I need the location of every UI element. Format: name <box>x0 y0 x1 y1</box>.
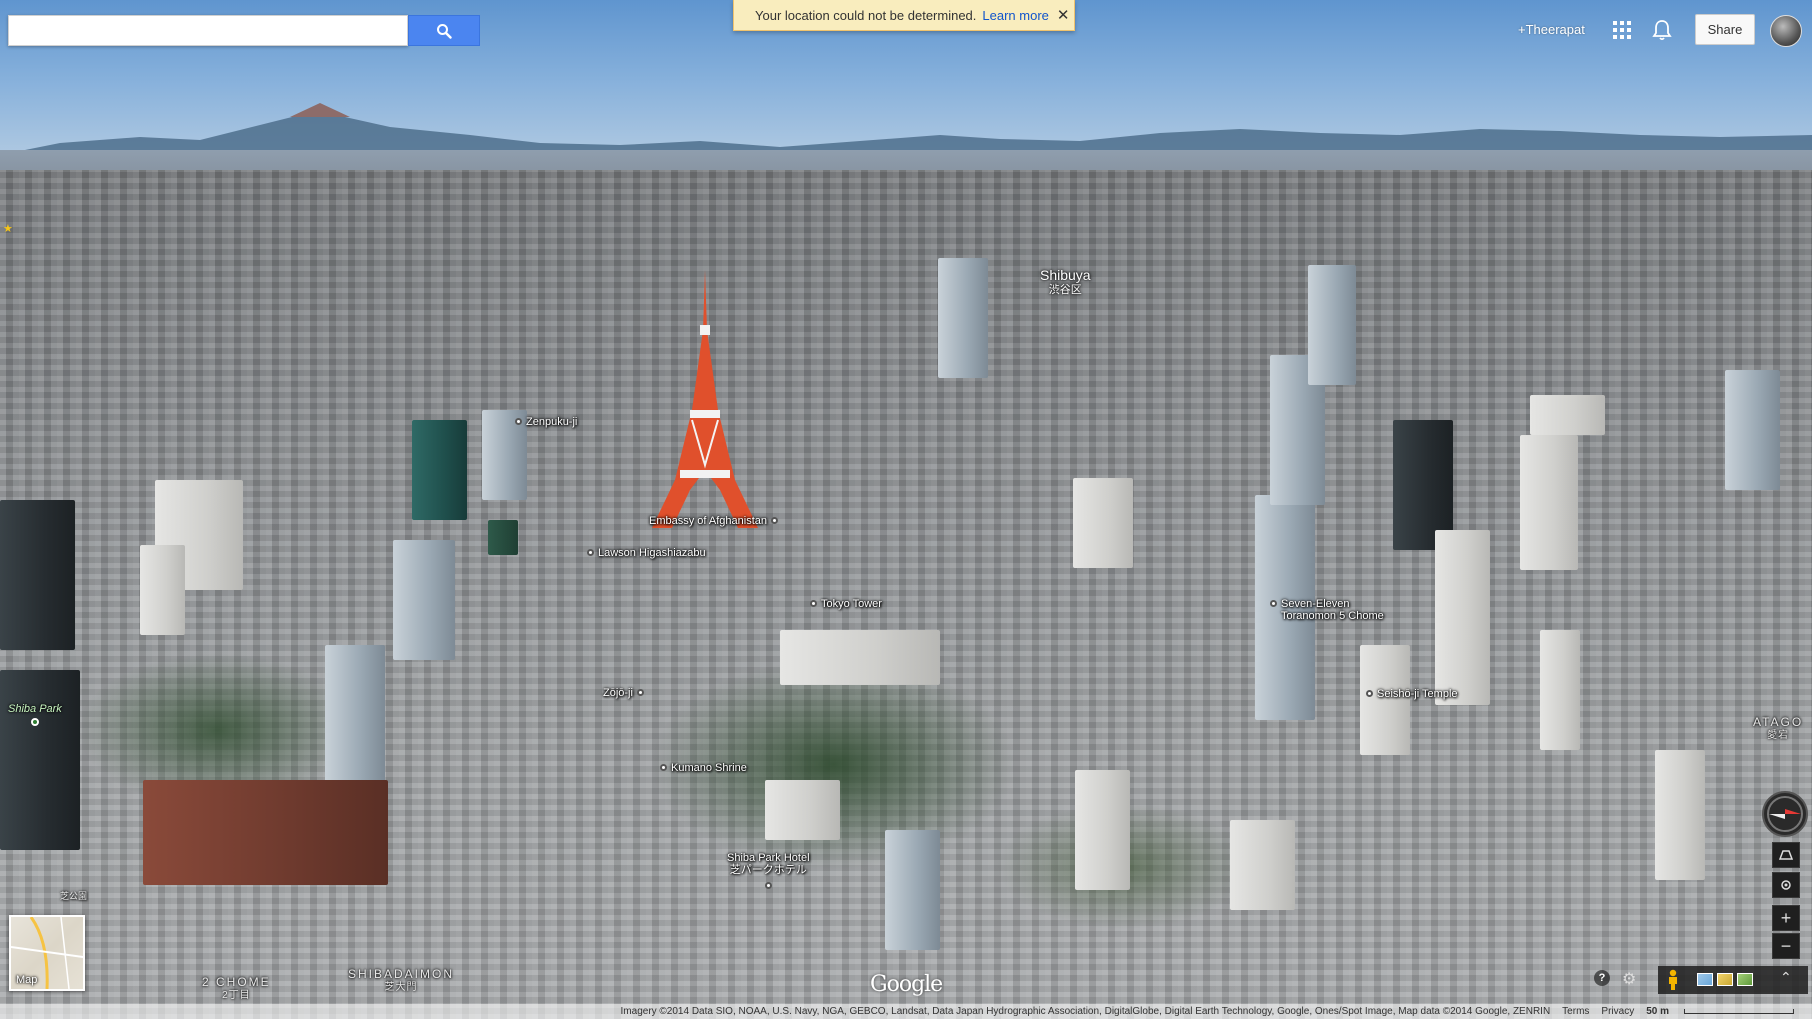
district-label-shibadaimon[interactable]: SHIBADAIMON 芝大門 <box>348 968 454 994</box>
building <box>1530 395 1605 435</box>
tilt-3d-button[interactable] <box>1772 842 1800 868</box>
poi-marker-icon <box>810 600 817 607</box>
my-location-icon <box>1781 880 1791 890</box>
poi-marker-icon <box>636 689 644 696</box>
search-button[interactable] <box>408 15 480 46</box>
building <box>0 500 75 650</box>
building <box>1540 630 1580 750</box>
imagery-layer-terrain-button[interactable] <box>1737 973 1753 986</box>
building <box>1655 750 1705 880</box>
building <box>488 520 518 555</box>
area-label-shibuya[interactable]: Shibuya 渋谷区 <box>1040 268 1091 298</box>
poi-kumano-shrine[interactable]: Kumano Shrine <box>660 762 747 774</box>
building <box>1360 645 1410 755</box>
search-input[interactable] <box>9 16 407 45</box>
hotel-marker-icon <box>764 882 772 889</box>
park-label-jp: 芝公園 <box>60 891 88 901</box>
close-icon[interactable]: ✕ <box>1057 8 1070 23</box>
expand-imagery-icon[interactable]: ⌃ <box>1780 969 1792 986</box>
poi-marker-icon <box>587 549 594 556</box>
my-location-button[interactable] <box>1772 872 1800 898</box>
poi-marker-icon <box>771 517 779 524</box>
search-box[interactable] <box>8 15 408 46</box>
user-profile-link[interactable]: +Theerapat <box>1518 22 1585 37</box>
poi-marker-icon <box>515 418 522 425</box>
earth-3d-view[interactable] <box>0 0 1812 1019</box>
tilt-icon <box>1778 850 1794 860</box>
imagery-layer-earth-button[interactable] <box>1717 973 1733 986</box>
building <box>0 670 80 850</box>
building <box>1520 435 1578 570</box>
poi-marker-icon <box>1270 600 1277 607</box>
building <box>1435 530 1490 705</box>
avatar[interactable] <box>1770 15 1802 47</box>
imagery-attribution: Imagery ©2014 Data SIO, NOAA, U.S. Navy,… <box>620 1006 1551 1017</box>
poi-lawson-higashiazabu[interactable]: Lawson Higashiazabu <box>587 547 706 559</box>
star-icon[interactable]: ★ <box>3 222 13 235</box>
poi-marker-icon <box>1366 690 1373 697</box>
district-label-atago[interactable]: ATAGO 愛宕 <box>1753 716 1803 742</box>
park-marker-icon <box>30 718 39 726</box>
zoom-in-button[interactable]: + <box>1772 905 1800 931</box>
location-notice: Your location could not be determined. L… <box>733 0 1075 31</box>
share-button[interactable]: Share <box>1695 14 1755 45</box>
building <box>412 420 467 520</box>
notifications-bell-icon[interactable] <box>1652 19 1672 41</box>
building <box>1725 370 1780 490</box>
terms-link[interactable]: Terms <box>1562 1006 1589 1017</box>
poi-seisho-ji-temple[interactable]: Seishō-ji Temple <box>1366 688 1458 700</box>
compass-control[interactable] <box>1762 791 1808 837</box>
help-icon[interactable]: ? <box>1594 970 1610 986</box>
poi-seven-eleven[interactable]: Seven-Eleven Toranomon 5 Chome <box>1270 598 1384 622</box>
poi-tokyo-tower[interactable]: Tokyo Tower <box>810 598 882 610</box>
tokyo-tower-model <box>652 270 758 528</box>
building <box>885 830 940 950</box>
minimap-button[interactable]: Map <box>9 915 85 991</box>
privacy-link[interactable]: Privacy <box>1601 1006 1634 1017</box>
building <box>143 780 388 885</box>
zoom-out-button[interactable]: − <box>1772 933 1800 959</box>
scale-bar-line <box>1684 1009 1794 1014</box>
attribution-bar: Imagery ©2014 Data SIO, NOAA, U.S. Navy,… <box>0 1004 1812 1019</box>
building <box>1075 770 1130 890</box>
building <box>938 258 988 378</box>
poi-zenpuku-ji[interactable]: Zenpuku-ji <box>515 416 577 428</box>
building <box>780 630 940 685</box>
poi-zojo-ji[interactable]: Zōjō-ji <box>603 687 644 699</box>
building <box>1073 478 1133 568</box>
building <box>393 540 455 660</box>
poi-marker-icon <box>660 764 667 771</box>
building <box>765 780 840 840</box>
poi-shiba-park-hotel[interactable]: Shiba Park Hotel 芝パークホテル <box>727 852 810 889</box>
learn-more-link[interactable]: Learn more <box>982 8 1048 23</box>
park-label-shiba-park[interactable]: Shiba Park <box>8 703 62 726</box>
compass-icon <box>1767 796 1803 832</box>
district-label-2-chome[interactable]: 2 CHOME 2丁目 <box>202 976 271 1002</box>
building <box>140 545 185 635</box>
building <box>1308 265 1356 385</box>
imagery-layer-sky-button[interactable] <box>1697 973 1713 986</box>
scale-bar[interactable]: 50 m <box>1646 1006 1794 1017</box>
search-icon <box>437 23 452 39</box>
building <box>1230 820 1295 910</box>
google-logo: Google <box>870 972 943 997</box>
building <box>325 645 385 785</box>
pegman-icon[interactable] <box>1665 969 1681 991</box>
gear-icon[interactable]: ⚙ <box>1622 969 1636 989</box>
poi-embassy-of-afghanistan[interactable]: Embassy of Afghanistan <box>649 515 779 527</box>
apps-grid-icon[interactable] <box>1613 21 1631 39</box>
